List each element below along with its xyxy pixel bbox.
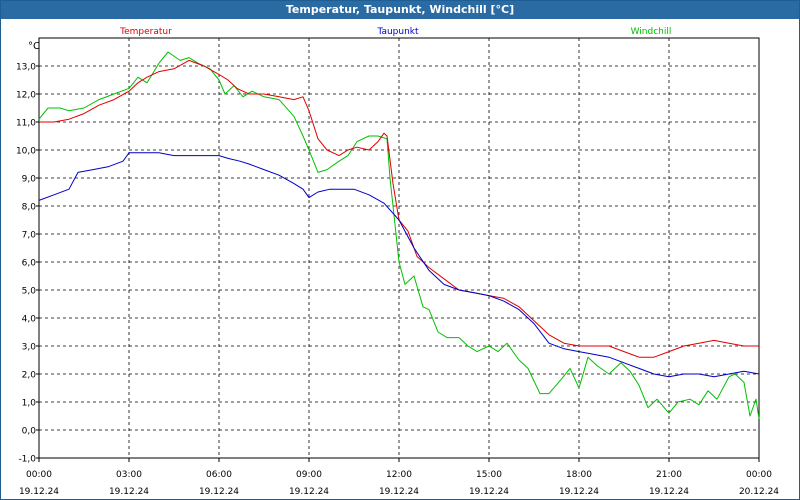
x-axis-ticks: 00:00 19.12.24 03:00 19.12.24 06:00 19.12.24 0…: [19, 458, 779, 497]
y-tick-label: 11,0: [16, 119, 36, 129]
x-tick-time-label: 06:00: [206, 470, 232, 480]
x-tick-time-label: 09:00: [296, 470, 322, 480]
legend-item-windchill: Windchill: [631, 27, 672, 37]
y-tick-label: 3,0: [22, 343, 37, 353]
x-tick-date-label: 19.12.24: [649, 487, 689, 497]
x-tick-date-label: 20.12.24: [739, 487, 779, 497]
x-tick-date-label: 19.12.24: [379, 487, 419, 497]
y-tick-label: 9,0: [22, 175, 37, 185]
line-chart: -1,0 0,0 1,0 2,0 3,0 4,0 5,0 6,0 7,0 8,0 9,0 10,0 11…: [16, 27, 779, 497]
x-tick-time-label: 21:00: [656, 470, 682, 480]
legend: Temperatur Taupunkt Windchill: [119, 27, 671, 37]
x-tick-date-label: 19.12.24: [289, 487, 329, 497]
x-tick-date-label: 19.12.24: [469, 487, 509, 497]
chart-window: Temperatur, Taupunkt, Windchill [°C] -1,…: [0, 0, 800, 500]
x-tick-time-label: 18:00: [566, 470, 592, 480]
y-tick-label: 1,0: [22, 399, 37, 409]
x-tick-time-label: 00:00: [746, 470, 772, 480]
x-tick-date-label: 19.12.24: [199, 487, 239, 497]
x-tick-time-label: 03:00: [116, 470, 142, 480]
y-tick-label: 0,0: [22, 427, 37, 437]
y-tick-label: 10,0: [16, 147, 36, 157]
y-tick-label: -1,0: [18, 455, 36, 465]
x-tick-date-label: 19.12.24: [559, 487, 599, 497]
x-tick-time-label: 15:00: [476, 470, 502, 480]
y-tick-label: 5,0: [22, 287, 37, 297]
x-tick-date-label: 19.12.24: [19, 487, 59, 497]
y-tick-label: 6,0: [22, 259, 37, 269]
y-axis-unit: °C: [28, 41, 40, 52]
legend-item-taupunkt: Taupunkt: [376, 27, 419, 37]
y-tick-label: 7,0: [22, 231, 37, 241]
x-tick-date-label: 19.12.24: [109, 487, 149, 497]
y-tick-label: 2,0: [22, 371, 37, 381]
legend-item-temperatur: Temperatur: [119, 27, 172, 37]
x-tick-time-label: 12:00: [386, 470, 412, 480]
y-tick-label: 4,0: [22, 315, 37, 325]
x-tick-time-label: 00:00: [26, 470, 52, 480]
y-tick-label: 8,0: [22, 203, 37, 213]
y-tick-label: 12,0: [16, 91, 36, 101]
y-axis-ticks: -1,0 0,0 1,0 2,0 3,0 4,0 5,0 6,0 7,0 8,0 9,0 10,0 11…: [16, 63, 39, 465]
y-tick-label: 13,0: [16, 63, 36, 73]
